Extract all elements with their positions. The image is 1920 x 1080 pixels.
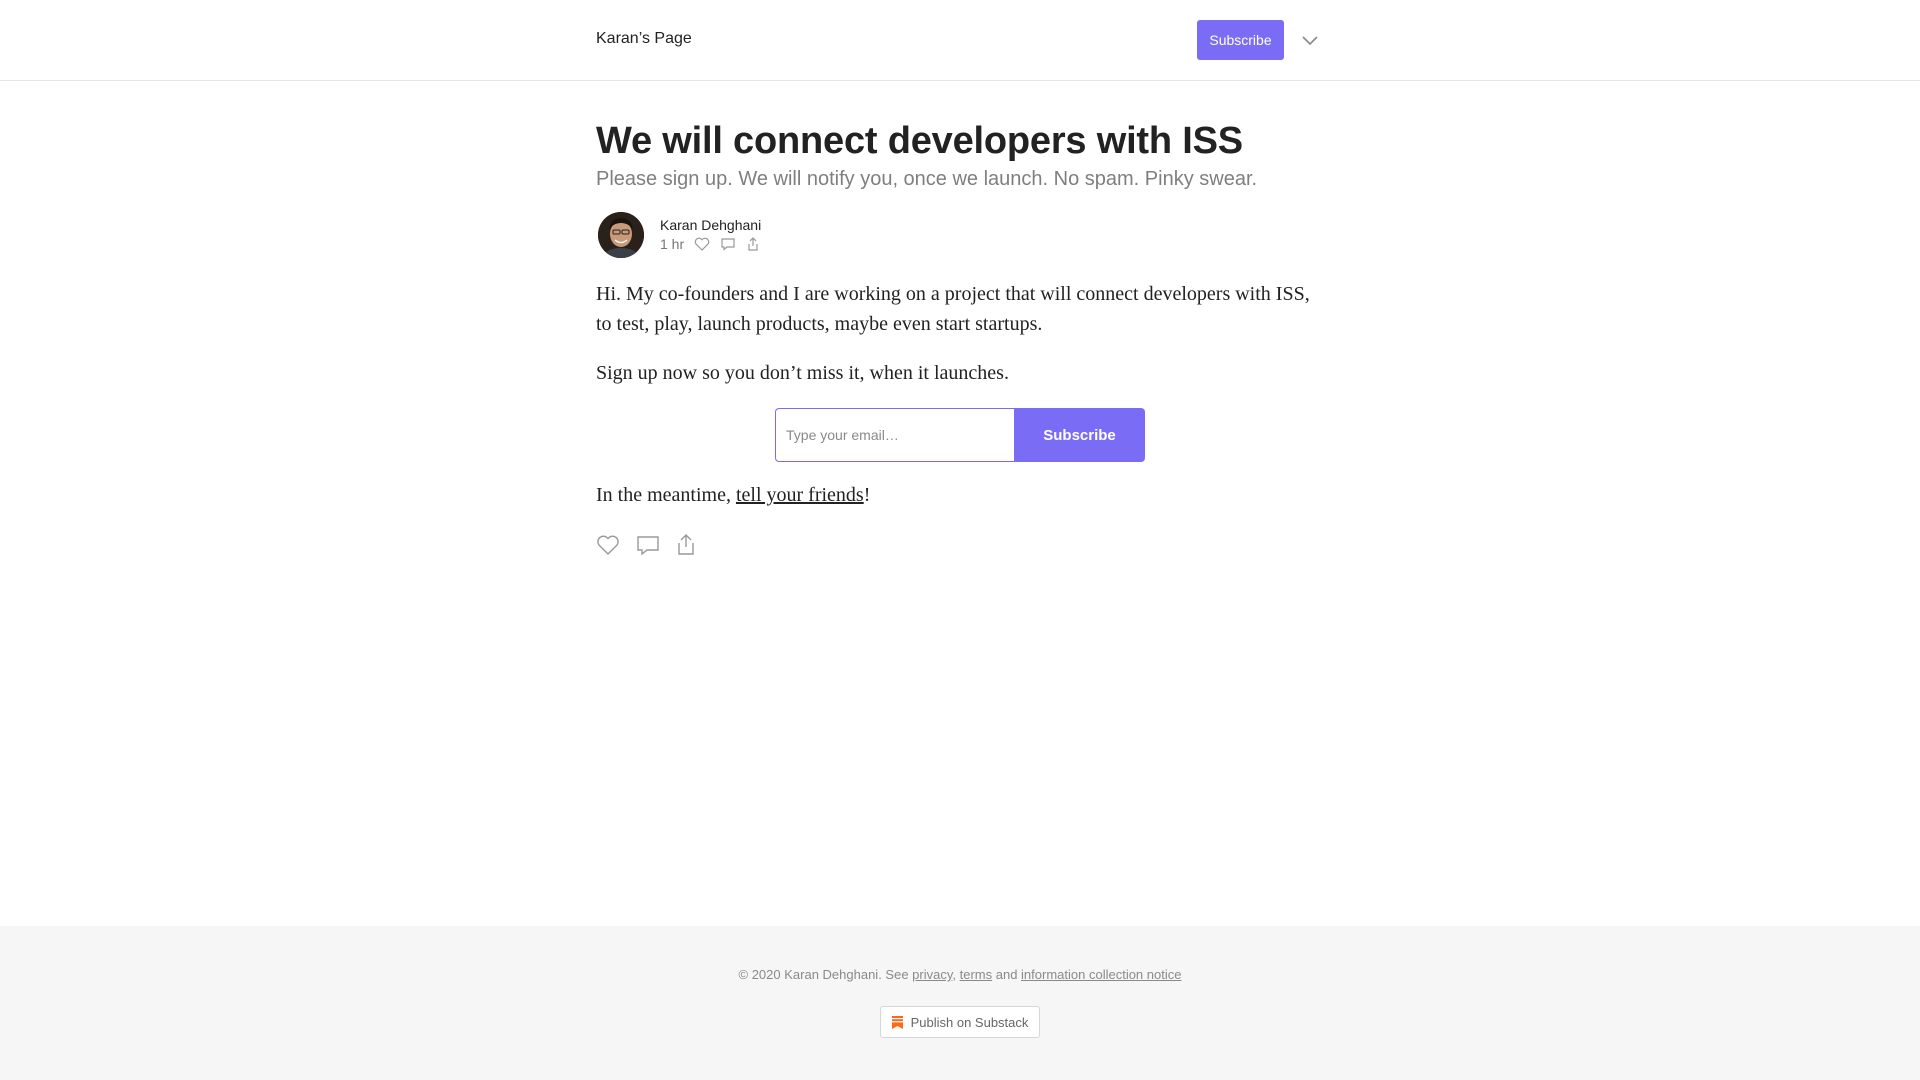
email-field[interactable] [775, 408, 1014, 462]
comment-icon[interactable] [636, 534, 660, 556]
post-title: We will connect developers with ISS [596, 120, 1243, 162]
like-heart-icon[interactable] [596, 534, 620, 556]
footer-legal: © 2020 Karan Dehghani. See privacy, term… [0, 967, 1920, 982]
subscribe-form: Subscribe [775, 408, 1145, 462]
top-bar: Karan’s Page Subscribe [0, 0, 1920, 81]
post-paragraph-3: In the meantime, tell your friends! [596, 480, 1328, 510]
site-title[interactable]: Karan’s Page [596, 30, 692, 48]
header-subscribe-button[interactable]: Subscribe [1197, 20, 1284, 60]
tell-friends-link[interactable]: tell your friends [736, 484, 864, 506]
post-subtitle: Please sign up. We will notify you, once… [596, 168, 1258, 190]
substack-logo-icon [891, 1015, 903, 1029]
avatar[interactable] [598, 212, 644, 258]
notice-link[interactable]: information collection notice [1021, 967, 1181, 982]
comment-icon[interactable] [720, 237, 736, 251]
share-icon[interactable] [746, 236, 760, 252]
publish-on-substack-button[interactable]: Publish on Substack [880, 1006, 1040, 1038]
heart-icon[interactable] [694, 237, 710, 251]
terms-link[interactable]: terms [960, 967, 993, 982]
author-name[interactable]: Karan Dehghani [660, 217, 761, 233]
subscribe-button[interactable]: Subscribe [1014, 408, 1145, 462]
post-time: 1 hr [660, 236, 685, 252]
post-actions [596, 532, 696, 558]
post-meta: 1 hr [660, 236, 760, 252]
post-paragraph-1: Hi. My co-founders and I are working on … [596, 283, 1310, 335]
copyright-text: © 2020 Karan Dehghani. See [738, 967, 913, 982]
share-icon[interactable] [676, 534, 696, 556]
footer-and: and [992, 967, 1022, 982]
footer: © 2020 Karan Dehghani. See privacy, term… [0, 926, 1920, 1080]
chevron-down-icon[interactable] [1300, 32, 1320, 48]
footer-comma: , [952, 967, 960, 982]
meantime-suffix: ! [863, 484, 871, 506]
meantime-text: In the meantime, [596, 484, 736, 506]
post-paragraph-2: Sign up now so you don’t miss it, when i… [596, 362, 1009, 384]
publish-label: Publish on Substack [910, 1014, 1029, 1030]
privacy-link[interactable]: privacy [912, 967, 952, 982]
